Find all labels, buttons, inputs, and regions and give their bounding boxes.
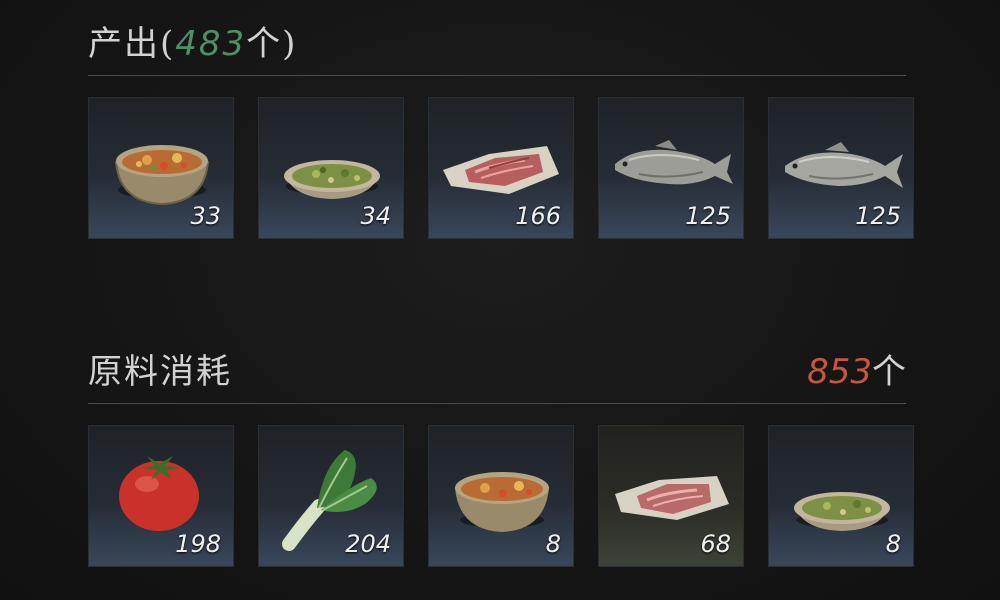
output-count: 483: [175, 24, 247, 64]
output-unit: 个): [246, 24, 298, 64]
input-total-count: 853: [807, 352, 872, 392]
input-item-grid: 198 204 8 68 8: [88, 425, 914, 567]
output-section-header: 产出(483个): [88, 15, 906, 76]
item-quantity: 204: [345, 530, 391, 558]
output-slot-green-dish[interactable]: 34: [258, 97, 404, 239]
input-total: 853个: [807, 344, 906, 393]
input-total-unit: 个: [872, 352, 906, 392]
output-item-grid: 33 34 166 125 125: [88, 97, 914, 239]
item-quantity: 68: [700, 530, 731, 558]
input-section-header: 原料消耗 853个: [88, 343, 906, 404]
output-slot-fish[interactable]: 125: [768, 97, 914, 239]
item-quantity: 33: [190, 202, 221, 230]
production-panel: 产出(483个) 33 34 166 125 125 原料消耗 853个 198…: [0, 0, 1000, 600]
item-quantity: 8: [545, 530, 561, 558]
input-title: 原料消耗: [88, 352, 232, 392]
item-quantity: 8: [885, 530, 901, 558]
item-quantity: 34: [360, 202, 391, 230]
item-quantity: 166: [515, 202, 561, 230]
output-slot-meat[interactable]: 166: [428, 97, 574, 239]
input-slot-green-dish[interactable]: 8: [768, 425, 914, 567]
item-quantity: 198: [175, 530, 221, 558]
output-slot-stew[interactable]: 33: [88, 97, 234, 239]
item-quantity: 125: [855, 202, 901, 230]
output-slot-fish[interactable]: 125: [598, 97, 744, 239]
input-slot-tomato[interactable]: 198: [88, 425, 234, 567]
input-slot-meat[interactable]: 68: [598, 425, 744, 567]
output-title: 产出(483个): [88, 16, 297, 65]
output-title-label: 产出(: [88, 24, 176, 64]
input-slot-bok-choy[interactable]: 204: [258, 425, 404, 567]
item-quantity: 125: [685, 202, 731, 230]
input-slot-stew[interactable]: 8: [428, 425, 574, 567]
